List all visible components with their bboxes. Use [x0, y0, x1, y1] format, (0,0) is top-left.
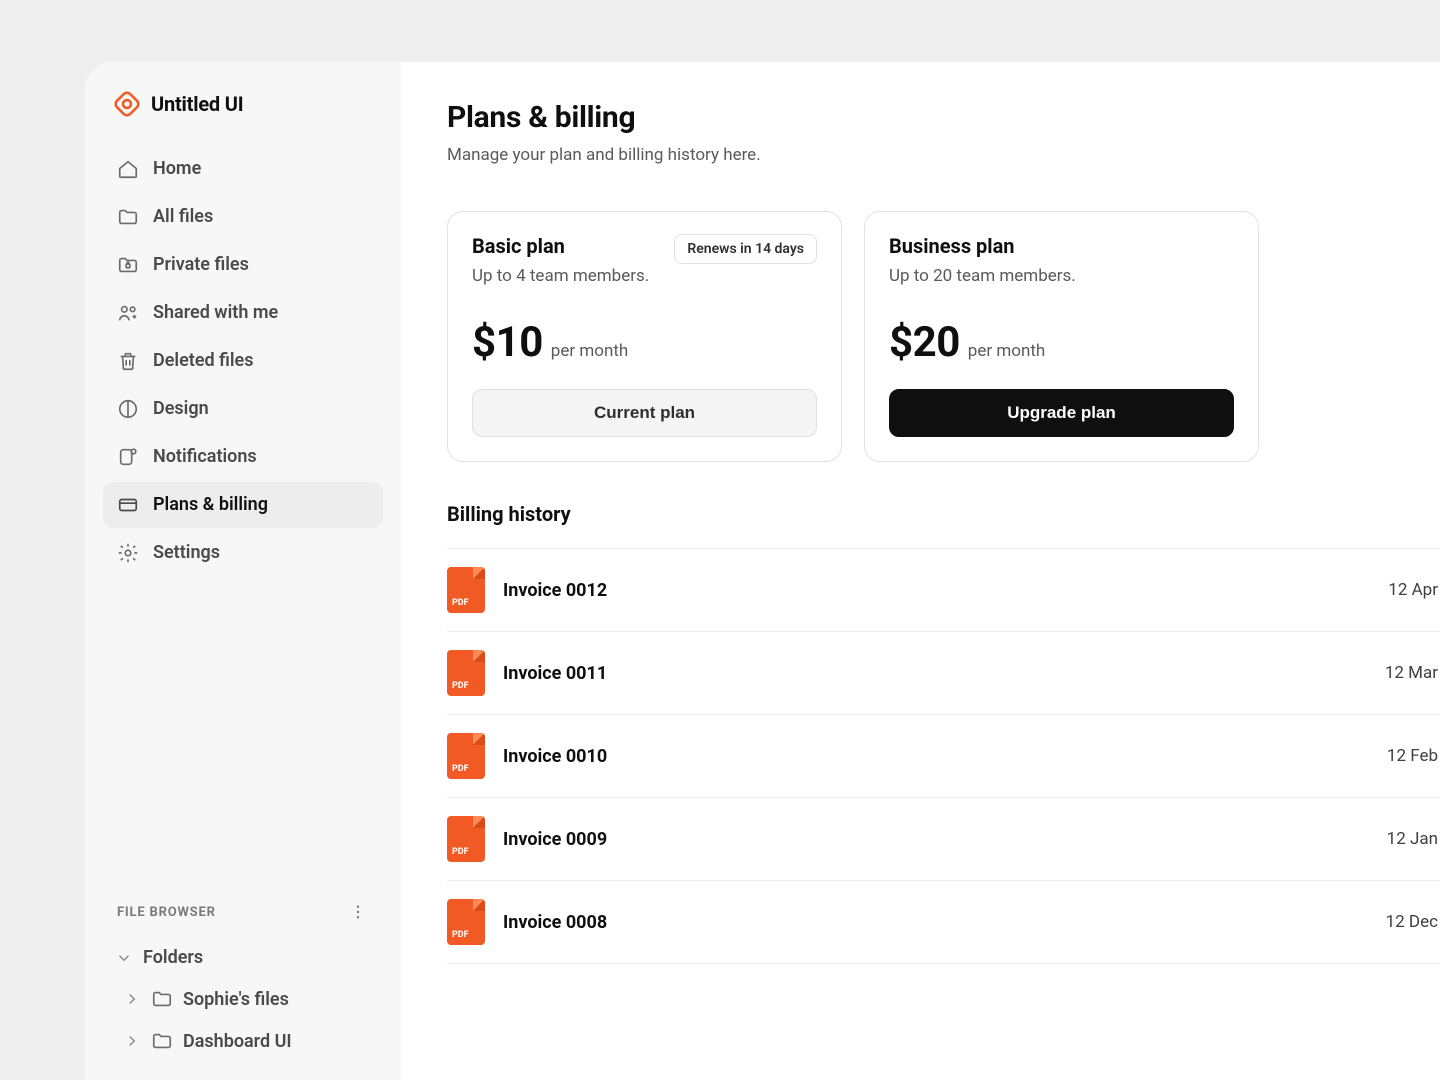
home-icon	[117, 158, 139, 180]
page-title: Plans & billing	[447, 100, 1440, 135]
brand-name: Untitled UI	[151, 92, 243, 116]
trash-icon	[117, 350, 139, 372]
plans-row: Basic plan Up to 4 team members. Renews …	[447, 211, 1440, 462]
gear-icon	[117, 542, 139, 564]
pdf-icon	[447, 816, 485, 862]
logo-icon	[113, 90, 141, 118]
sidebar-item-home[interactable]: Home	[103, 146, 383, 192]
plan-period: per month	[551, 341, 628, 361]
sidebar-item-label: Notifications	[153, 448, 257, 466]
invoice-name: Invoice 0012	[503, 580, 607, 601]
sidebar: Untitled UI Home All files Private files	[85, 62, 401, 1080]
sidebar-item-label: Plans & billing	[153, 496, 268, 514]
sidebar-item-notifications[interactable]: Notifications	[103, 434, 383, 480]
brand: Untitled UI	[103, 90, 383, 118]
file-browser-more-button[interactable]	[345, 899, 371, 925]
invoice-date: 12 Feb	[1387, 746, 1440, 766]
billing-history-list: Invoice 0012 12 Apr Invoice 0011 12 Mar …	[447, 548, 1440, 964]
invoice-date: 12 Jan	[1387, 829, 1440, 849]
folder-root[interactable]: Folders	[107, 937, 379, 978]
folder-item[interactable]: Sophie's files	[107, 978, 379, 1020]
billing-history-title: Billing history	[447, 502, 1440, 526]
file-browser-title: FILE BROWSER	[117, 905, 216, 920]
folder-item[interactable]: Dashboard UI	[107, 1020, 379, 1062]
invoice-name: Invoice 0009	[503, 829, 607, 850]
sidebar-item-design[interactable]: Design	[103, 386, 383, 432]
sidebar-item-deleted[interactable]: Deleted files	[103, 338, 383, 384]
invoice-date: 12 Dec	[1386, 912, 1440, 932]
design-icon	[117, 398, 139, 420]
folder-label: Sophie's files	[183, 989, 289, 1010]
pdf-icon	[447, 899, 485, 945]
sidebar-item-billing[interactable]: Plans & billing	[103, 482, 383, 528]
plan-card-business: Business plan Up to 20 team members. $20…	[864, 211, 1259, 462]
card-icon	[117, 494, 139, 516]
plan-period: per month	[968, 341, 1045, 361]
invoice-name: Invoice 0011	[503, 663, 607, 684]
invoice-row[interactable]: Invoice 0008 12 Dec	[447, 881, 1440, 964]
plan-description: Up to 20 team members.	[889, 266, 1076, 286]
sidebar-item-label: All files	[153, 208, 213, 226]
plan-card-basic: Basic plan Up to 4 team members. Renews …	[447, 211, 842, 462]
app-frame: Untitled UI Home All files Private files	[85, 62, 1440, 1080]
renewal-badge: Renews in 14 days	[674, 234, 817, 264]
invoice-date: 12 Mar	[1385, 663, 1440, 683]
plan-name: Basic plan	[472, 234, 649, 258]
lock-folder-icon	[117, 254, 139, 276]
pdf-icon	[447, 733, 485, 779]
folder-label: Dashboard UI	[183, 1031, 292, 1052]
dots-vertical-icon	[349, 903, 367, 921]
bell-icon	[117, 446, 139, 468]
chevron-right-icon	[123, 990, 141, 1008]
sidebar-item-label: Home	[153, 160, 201, 178]
sidebar-nav: Home All files Private files Shared with…	[103, 146, 383, 576]
file-browser-header: FILE BROWSER	[107, 899, 379, 937]
folder-icon	[151, 988, 173, 1010]
invoice-row[interactable]: Invoice 0010 12 Feb	[447, 715, 1440, 798]
plan-description: Up to 4 team members.	[472, 266, 649, 286]
file-browser: FILE BROWSER Folders Sophie's files	[103, 899, 383, 1080]
sidebar-item-label: Deleted files	[153, 352, 253, 370]
chevron-right-icon	[123, 1032, 141, 1050]
folder-icon	[151, 1030, 173, 1052]
plan-price: $20	[889, 318, 960, 367]
plan-price: $10	[472, 318, 543, 367]
sidebar-item-label: Private files	[153, 256, 249, 274]
plan-name: Business plan	[889, 234, 1076, 258]
invoice-row[interactable]: Invoice 0012 12 Apr	[447, 549, 1440, 632]
pdf-icon	[447, 567, 485, 613]
pdf-icon	[447, 650, 485, 696]
sidebar-item-label: Settings	[153, 544, 220, 562]
folder-icon	[117, 206, 139, 228]
folder-root-label: Folders	[143, 947, 203, 968]
upgrade-plan-button[interactable]: Upgrade plan	[889, 389, 1234, 437]
sidebar-item-settings[interactable]: Settings	[103, 530, 383, 576]
page-subtitle: Manage your plan and billing history her…	[447, 145, 1440, 165]
sidebar-item-label: Shared with me	[153, 304, 278, 322]
invoice-row[interactable]: Invoice 0011 12 Mar	[447, 632, 1440, 715]
share-icon	[117, 302, 139, 324]
invoice-row[interactable]: Invoice 0009 12 Jan	[447, 798, 1440, 881]
main-content: Plans & billing Manage your plan and bil…	[401, 62, 1440, 1080]
invoice-date: 12 Apr	[1388, 580, 1440, 600]
invoice-name: Invoice 0010	[503, 746, 607, 767]
sidebar-item-all-files[interactable]: All files	[103, 194, 383, 240]
chevron-down-icon	[115, 949, 133, 967]
sidebar-item-label: Design	[153, 400, 209, 418]
current-plan-button[interactable]: Current plan	[472, 389, 817, 437]
invoice-name: Invoice 0008	[503, 912, 607, 933]
sidebar-item-private-files[interactable]: Private files	[103, 242, 383, 288]
sidebar-item-shared[interactable]: Shared with me	[103, 290, 383, 336]
